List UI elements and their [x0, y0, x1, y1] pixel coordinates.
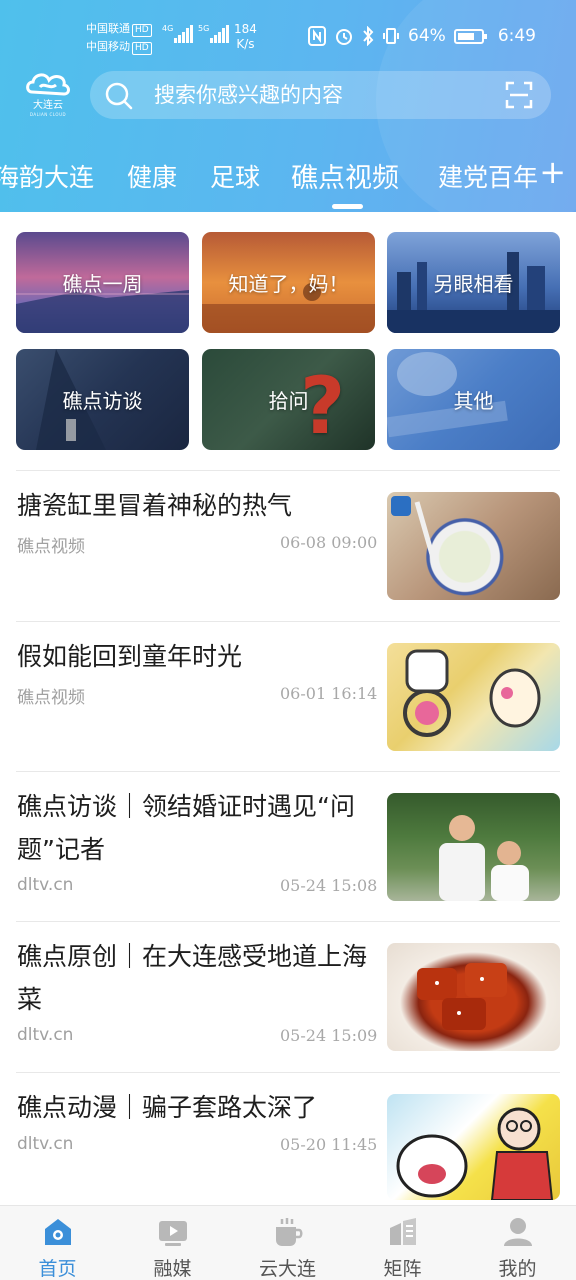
- tab-jiaodian-video[interactable]: 礁点视频: [291, 156, 399, 195]
- network-type-1: 4G: [162, 24, 174, 33]
- cloud-logo-icon: [26, 73, 70, 96]
- scan-icon[interactable]: [505, 81, 533, 109]
- tab-health[interactable]: 健康: [127, 158, 177, 194]
- news-item[interactable]: 礁点访谈｜领结婚证时遇见“问题”记者 dltv.cn 05-24 15:08: [0, 771, 576, 921]
- news-item[interactable]: 礁点原创｜在大连感受地道上海菜 dltv.cn 05-24 15:09: [0, 921, 576, 1072]
- category-label: 礁点一周: [62, 272, 143, 296]
- news-thumbnail[interactable]: [387, 492, 560, 600]
- bottom-navigation: 首页 融媒 云大连 矩阵 我的: [0, 1205, 576, 1280]
- tab-football[interactable]: 足球: [210, 158, 260, 194]
- search-icon[interactable]: [104, 81, 134, 111]
- building-icon: [390, 1218, 416, 1245]
- news-thumbnail[interactable]: [387, 943, 560, 1051]
- category-tile-interview[interactable]: 礁点访谈: [16, 349, 189, 450]
- nav-label: 云大连: [258, 1258, 316, 1280]
- nfc-icon: [308, 26, 327, 46]
- tab-haiyun-dalian[interactable]: 海韵大连: [0, 158, 94, 194]
- news-title[interactable]: 礁点动漫｜骗子套路太深了: [17, 1086, 367, 1129]
- news-thumbnail[interactable]: [387, 793, 560, 901]
- category-label: 其他: [453, 389, 494, 413]
- nav-cloud-dalian[interactable]: 云大连: [230, 1206, 345, 1280]
- category-label: 礁点访谈: [62, 389, 143, 413]
- tab-party-centenary[interactable]: 建党百年: [438, 158, 538, 194]
- nav-home[interactable]: 首页: [0, 1206, 115, 1280]
- nav-media[interactable]: 融媒: [115, 1206, 230, 1280]
- search-bar[interactable]: [90, 71, 551, 119]
- news-item[interactable]: 假如能回到童年时光 礁点视频 06-01 16:14: [0, 621, 576, 771]
- category-label: 知道了，妈！: [228, 272, 349, 296]
- category-tile-got-it-mom[interactable]: 知道了，妈！: [202, 232, 375, 333]
- news-source: 礁点视频: [17, 688, 85, 708]
- carrier-1: 中国联通: [86, 22, 130, 35]
- thumbnail-image: [417, 963, 507, 1030]
- news-time: 05-20 11:45: [280, 1135, 378, 1154]
- news-time: 06-01 16:14: [280, 684, 378, 703]
- bluetooth-icon: [363, 26, 374, 46]
- thumbnail-image: [391, 496, 440, 573]
- app-logo[interactable]: 大连云 DALIAN CLOUD: [22, 70, 74, 117]
- logo-subtext: DALIAN CLOUD: [29, 112, 67, 117]
- news-title[interactable]: 礁点原创｜在大连感受地道上海菜: [17, 935, 367, 1021]
- logo-text: 大连云: [33, 100, 63, 111]
- thumbnail-image: [403, 649, 541, 737]
- vibrate-icon: [383, 28, 400, 44]
- category-tile-weekly[interactable]: 礁点一周: [16, 232, 189, 333]
- network-type-2: 5G: [198, 24, 210, 33]
- search-input[interactable]: [154, 71, 474, 119]
- channel-tabs: 海韵大连 健康 足球 礁点视频 建党百年 +: [0, 150, 576, 209]
- news-time: 05-24 15:09: [280, 1026, 378, 1045]
- news-thumbnail[interactable]: [387, 1094, 560, 1200]
- thumbnail-image: [439, 815, 529, 901]
- news-item[interactable]: 搪瓷缸里冒着神秘的热气 礁点视频 06-08 09:00: [0, 470, 576, 621]
- nav-mine[interactable]: 我的: [460, 1206, 575, 1280]
- cup-icon: [276, 1218, 303, 1246]
- battery-icon: [453, 28, 487, 44]
- news-title[interactable]: 假如能回到童年时光: [17, 635, 367, 678]
- news-title[interactable]: 搪瓷缸里冒着神秘的热气: [17, 484, 367, 527]
- clock: 6:49: [497, 26, 536, 46]
- category-label: 另眼相看: [433, 272, 514, 296]
- thumbnail-image: [396, 1107, 554, 1200]
- category-tile-ten-questions[interactable]: ? 拾问: [202, 349, 375, 450]
- signal-icon: [210, 24, 230, 43]
- active-tab-indicator: [332, 204, 363, 209]
- status-bar: 中国联通 HD 中国移动 HD 4G 5G 184 K/s 64% 6:49: [0, 14, 576, 60]
- nav-label: 我的: [498, 1258, 537, 1280]
- news-source: dltv.cn: [17, 1134, 74, 1154]
- nav-label: 融媒: [153, 1258, 192, 1280]
- carrier-info: 中国联通 HD 中国移动 HD: [86, 20, 152, 56]
- nav-label: 矩阵: [383, 1258, 422, 1280]
- news-time: 06-08 09:00: [280, 533, 378, 552]
- add-channel-button[interactable]: +: [539, 156, 566, 188]
- news-title[interactable]: 礁点访谈｜领结婚证时遇见“问题”记者: [17, 785, 367, 871]
- hd-badge: HD: [132, 42, 152, 55]
- alarm-icon: [336, 29, 353, 45]
- person-icon: [504, 1218, 532, 1246]
- news-source: dltv.cn: [17, 875, 74, 895]
- media-play-icon: [159, 1221, 187, 1246]
- carrier-2: 中国移动: [86, 40, 130, 53]
- category-tile-different-view[interactable]: 另眼相看: [387, 232, 560, 333]
- news-time: 05-24 15:08: [280, 876, 378, 895]
- hd-badge: HD: [132, 24, 152, 37]
- category-label: 拾问: [268, 389, 309, 413]
- signal-icon: [174, 24, 194, 43]
- news-source: 礁点视频: [17, 537, 85, 557]
- news-source: dltv.cn: [17, 1025, 74, 1045]
- battery-percent: 64%: [408, 26, 446, 46]
- nav-label: 首页: [38, 1258, 77, 1280]
- network-speed: 184 K/s: [234, 22, 257, 51]
- news-item[interactable]: 礁点动漫｜骗子套路太深了 dltv.cn 05-20 11:45: [0, 1072, 576, 1205]
- home-icon: [45, 1219, 71, 1245]
- nav-matrix[interactable]: 矩阵: [345, 1206, 460, 1280]
- status-icons: 64% 6:49: [308, 26, 536, 46]
- category-tile-others[interactable]: 其他: [387, 349, 560, 450]
- news-thumbnail[interactable]: [387, 643, 560, 751]
- app-header: 中国联通 HD 中国移动 HD 4G 5G 184 K/s 64% 6:49 大…: [0, 0, 576, 212]
